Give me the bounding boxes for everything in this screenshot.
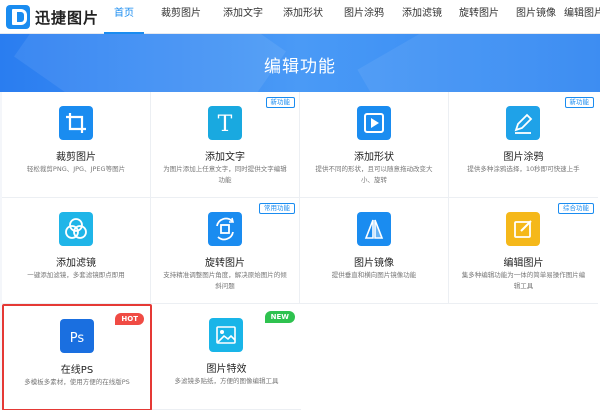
nav-item-mirror[interactable]: 图片镜像	[508, 0, 564, 34]
logo-text: 迅捷图片	[35, 8, 100, 27]
filter-icon	[59, 212, 93, 246]
feature-card-doodle[interactable]: 新功能 图片涂鸦 提供多种涂鸦选择，10秒即可快速上手	[449, 92, 598, 198]
banner-title: 编辑功能	[264, 57, 336, 77]
feature-title: 图片涂鸦	[503, 152, 544, 163]
main-nav: 首页 裁剪图片 添加文字 添加形状 图片涂鸦 添加滤镜 旋转图片 图片镜像 编辑…	[100, 0, 600, 34]
feature-card-image-effects[interactable]: NEW 图片特效 多滤镜多贴纸，方便的图像编辑工具	[152, 304, 301, 410]
feature-title: 添加文字	[205, 152, 245, 163]
feature-grid: 裁剪图片 轻松裁剪PNG、JPG、JPEG等图片 T 新功能 添加文字 为图片添…	[2, 92, 600, 410]
text-icon: T	[208, 106, 242, 140]
svg-text:T: T	[218, 112, 233, 137]
crop-icon	[59, 106, 93, 140]
feature-title: 图片特效	[206, 364, 247, 375]
svg-text:Ps: Ps	[70, 331, 85, 346]
feature-card-rotate[interactable]: 常用功能 旋转图片 支持精准调整图片角度，解决原始图片的倾斜问题	[151, 198, 300, 304]
nav-item-home[interactable]: 首页	[100, 0, 148, 34]
nav-item-doodle[interactable]: 图片涂鸦	[334, 0, 394, 34]
feature-desc: 提供垂直和横向图片镜像功能	[331, 271, 417, 279]
new-feature-badge: 新功能	[564, 97, 594, 108]
pen-icon	[506, 106, 540, 140]
nav-item-add-text[interactable]: 添加文字	[214, 0, 272, 34]
feature-desc: 为图片添加上任意文字，同时提供文字编辑功能	[163, 165, 287, 184]
feature-desc: 集多种编辑功能为一体的简单易操作图片编辑工具	[461, 271, 586, 290]
nav-item-add-shape[interactable]: 添加形状	[272, 0, 334, 34]
nav-item-rotate[interactable]: 旋转图片	[450, 0, 508, 34]
feature-desc: 支持精准调整图片角度，解决原始图片的倾斜问题	[163, 271, 287, 290]
ps-icon: Ps	[60, 319, 94, 353]
feature-title: 图片镜像	[354, 258, 394, 269]
banner: 编辑功能	[0, 34, 600, 92]
feature-title: 在线PS	[60, 365, 94, 376]
hot-badge: HOT	[115, 313, 144, 325]
nav-item-add-filter[interactable]: 添加滤镜	[394, 0, 450, 34]
new-feature-badge: 新功能	[265, 97, 295, 108]
comprehensive-feature-badge: 综合功能	[558, 203, 594, 214]
logo-icon	[6, 5, 30, 29]
feature-card-add-filter[interactable]: 添加滤镜 一键添加滤镜，多套滤镜即点即用	[2, 198, 151, 304]
shape-icon	[357, 106, 391, 140]
feature-desc: 一键添加滤镜，多套滤镜即点即用	[27, 271, 125, 279]
logo[interactable]: 迅捷图片	[6, 5, 99, 29]
feature-title: 旋转图片	[205, 258, 245, 269]
feature-card-mirror[interactable]: 图片镜像 提供垂直和横向图片镜像功能	[300, 198, 449, 304]
feature-desc: 多模板多素材，使用方便的在线版PS	[24, 378, 130, 386]
feature-title: 裁剪图片	[56, 152, 96, 163]
feature-card-online-ps[interactable]: Ps HOT 在线PS 多模板多素材，使用方便的在线版PS	[2, 304, 152, 410]
feature-card-edit[interactable]: 综合功能 编辑图片 集多种编辑功能为一体的简单易操作图片编辑工具	[449, 198, 598, 304]
nav-item-crop[interactable]: 裁剪图片	[148, 0, 214, 34]
feature-title: 添加形状	[354, 152, 394, 163]
feature-desc: 轻松裁剪PNG、JPG、JPEG等图片	[26, 165, 126, 173]
feature-desc: 提供不同的形状，且可以随意拖动改变大小、旋转	[315, 165, 433, 184]
edit-icon	[506, 212, 540, 246]
feature-title: 编辑图片	[503, 258, 544, 269]
image-effect-icon	[209, 318, 243, 352]
new-badge: NEW	[264, 311, 295, 323]
feature-card-add-text[interactable]: T 新功能 添加文字 为图片添加上任意文字，同时提供文字编辑功能	[151, 92, 300, 198]
feature-title: 添加滤镜	[56, 258, 96, 269]
feature-desc: 多滤镜多贴纸，方便的图像编辑工具	[174, 377, 279, 385]
rotate-icon	[208, 212, 242, 246]
nav-item-edit[interactable]: 编辑图片	[564, 0, 600, 34]
feature-card-add-shape[interactable]: 添加形状 提供不同的形状，且可以随意拖动改变大小、旋转	[300, 92, 449, 198]
feature-desc: 提供多种涂鸦选择，10秒即可快速上手	[467, 165, 580, 173]
mirror-icon	[357, 212, 391, 246]
common-feature-badge: 常用功能	[259, 203, 295, 214]
feature-card-crop[interactable]: 裁剪图片 轻松裁剪PNG、JPG、JPEG等图片	[2, 92, 151, 198]
top-header: 迅捷图片 首页 裁剪图片 添加文字 添加形状 图片涂鸦 添加滤镜 旋转图片 图片…	[0, 0, 600, 34]
